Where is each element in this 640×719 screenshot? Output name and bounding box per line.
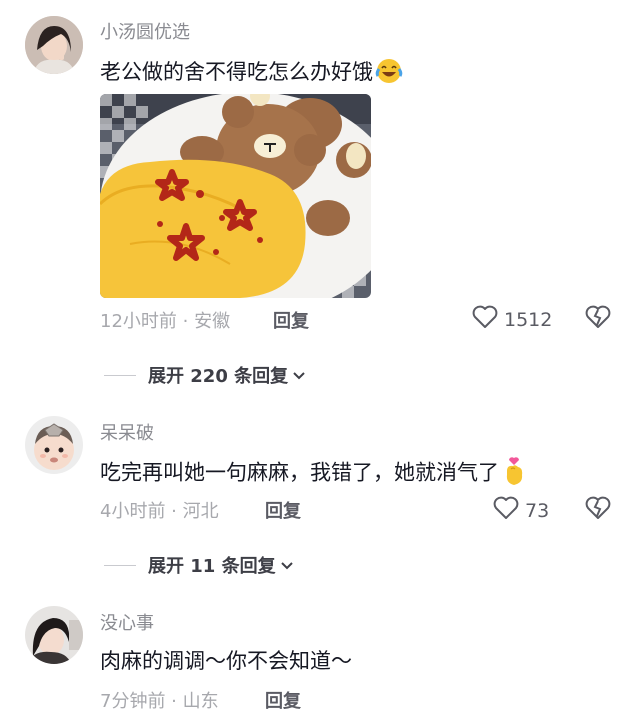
expand-replies[interactable]: 展开 11 条回复 <box>104 552 294 578</box>
avatar[interactable] <box>25 16 83 74</box>
heart-icon <box>493 496 519 525</box>
avatar[interactable] <box>25 416 83 474</box>
dislike-button[interactable] <box>585 496 611 524</box>
expand-replies-label: 展开 11 条回复 <box>148 556 276 577</box>
comment-time-location: 7分钟前 · 山东 <box>100 691 219 712</box>
expand-replies[interactable]: 展开 220 条回复 <box>104 362 306 388</box>
like-count: 1512 <box>504 308 553 331</box>
heart-icon <box>472 305 498 334</box>
crying-laugh-emoji-icon <box>375 57 403 90</box>
reply-button[interactable]: 回复 <box>265 687 301 713</box>
dislike-button[interactable] <box>585 305 611 333</box>
pinched-heart-emoji-icon <box>501 455 527 492</box>
broken-heart-icon <box>585 305 611 333</box>
chevron-down-icon <box>280 555 294 576</box>
reply-button[interactable]: 回复 <box>273 307 309 333</box>
username[interactable]: 呆呆破 <box>100 419 154 445</box>
comment-text-content: 吃完再叫她一句麻麻，我错了，她就消气了 <box>100 460 499 485</box>
comment-time-location: 12小时前 · 安徽 <box>100 311 231 332</box>
avatar[interactable] <box>25 606 83 664</box>
comment-text: 老公做的舍不得吃怎么办好饿 <box>100 56 403 90</box>
username[interactable]: 没心事 <box>100 609 154 635</box>
expand-replies-label: 展开 220 条回复 <box>148 366 289 387</box>
like-button[interactable]: 1512 <box>472 305 552 334</box>
reply-button[interactable]: 回复 <box>265 497 301 523</box>
like-button[interactable]: 73 <box>493 496 549 525</box>
username[interactable]: 小汤圆优选 <box>100 18 190 44</box>
omelette-rice-bear-photo[interactable] <box>100 94 371 298</box>
divider-line <box>104 564 136 566</box>
like-count: 73 <box>525 499 550 522</box>
comment-text: 肉麻的调调～你不会知道～ <box>100 649 352 673</box>
divider-line <box>104 374 136 376</box>
broken-heart-icon <box>585 496 611 524</box>
comment-text-content: 老公做的舍不得吃怎么办好饿 <box>100 60 373 84</box>
comment-text: 吃完再叫她一句麻麻，我错了，她就消气了 <box>100 455 527 492</box>
comment-time-location: 4小时前 · 河北 <box>100 501 219 522</box>
chevron-down-icon <box>292 365 306 386</box>
